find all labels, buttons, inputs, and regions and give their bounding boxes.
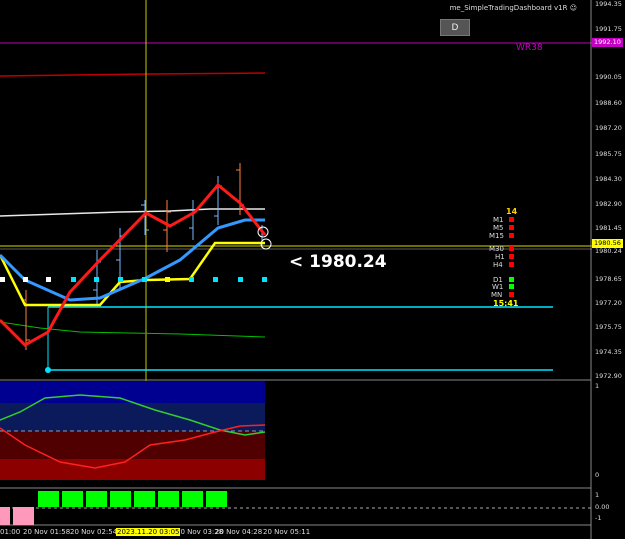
price-tick: 1990.05 (595, 73, 622, 81)
d-button[interactable]: D (440, 19, 470, 36)
tf-label-mn: MN (491, 291, 503, 299)
price-tick: 1987.20 (595, 124, 622, 132)
red-ma-line (0, 72, 266, 77)
bar-pane[interactable] (0, 491, 591, 525)
tf-box-d1 (509, 277, 514, 282)
tf-label-w1: W1 (492, 283, 504, 291)
bar-axis-bottom: -1 (595, 514, 602, 522)
price-tick: 1984.30 (595, 175, 622, 183)
cursor-time-label: 2023.11.20 03:05 (116, 528, 181, 536)
price-tick: 1977.20 (595, 299, 622, 307)
bars-count: 14 (506, 207, 518, 216)
price-tick: 1978.65 (595, 275, 622, 283)
tf-label-m5: M5 (493, 224, 504, 232)
wr-label: WR38 (516, 43, 543, 53)
price-callout: < 1980.24 (289, 252, 387, 272)
tf-label-m30: M30 (489, 245, 504, 253)
blue-ma-line (0, 218, 265, 302)
price-tick: 1972.90 (595, 372, 622, 380)
tf-label-h4: H4 (493, 261, 503, 269)
tf-label-m15: M15 (489, 232, 504, 240)
indicator-title-text: me_SimpleTradingDashboard v1R (449, 4, 568, 12)
tf-label-h1: H1 (495, 253, 505, 261)
price-tick: 1982.90 (595, 200, 622, 208)
yellow-trend-line (0, 241, 265, 307)
osc-axis-bottom: 0 (595, 471, 600, 479)
time-tick: 20 Nov 02:54 (70, 528, 118, 536)
candle-timer: 15:41 (493, 299, 519, 308)
current-price-tag: 1980.56 (592, 239, 623, 248)
time-tick: 01:00 (0, 528, 21, 536)
price-tick: 1974.35 (595, 348, 622, 356)
price-tick: 1988.60 (595, 99, 622, 107)
tf-box-m15 (509, 233, 514, 238)
time-tick: 20 Nov 01:58 (23, 528, 71, 536)
wr-price-tag: 1992.10 (592, 38, 623, 47)
green-ma-line (0, 321, 266, 338)
osc-axis-top: 1 (595, 382, 600, 390)
tf-box-h1 (509, 254, 514, 259)
smiley-icon: ☺ (567, 4, 577, 12)
white-ma-line (0, 208, 265, 217)
price-tick: 1981.45 (595, 224, 622, 232)
tf-box-m30 (509, 246, 514, 251)
time-tick: 20 Nov 05:11 (263, 528, 311, 536)
tf-box-h4 (509, 262, 514, 267)
bar-axis-mid: 0.00 (595, 503, 610, 511)
tf-box-m1 (509, 217, 514, 222)
price-tick: 1975.75 (595, 323, 622, 331)
tf-box-m5 (509, 225, 514, 230)
price-tick: 1985.75 (595, 150, 622, 158)
tf-box-w1 (509, 284, 514, 289)
price-tick: 1994.35 (595, 0, 622, 8)
price-tick: 1991.75 (595, 25, 622, 33)
bar-axis-top: 1 (595, 491, 600, 499)
price-tick: 1980.24 (595, 247, 622, 255)
tf-label-m1: M1 (493, 216, 504, 224)
time-tick: 20 Nov 04:28 (215, 528, 263, 536)
oscillator-pane[interactable] (0, 381, 266, 480)
tf-box-mn (509, 292, 514, 297)
indicator-title: me_SimpleTradingDashboard v1R ☺ (450, 4, 577, 12)
support-anchor (45, 367, 51, 373)
